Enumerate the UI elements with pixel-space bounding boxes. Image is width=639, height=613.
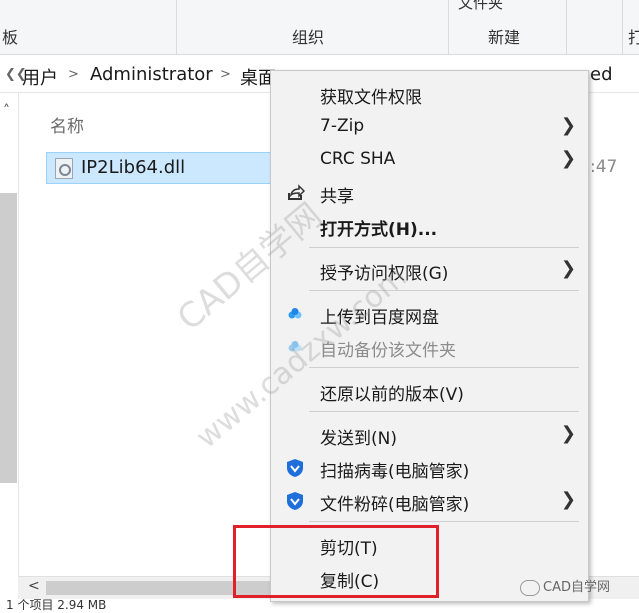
menu-item-label: 还原以前的版本(V) xyxy=(320,385,464,405)
watermark-logo-text: CAD自学网 xyxy=(543,580,610,595)
menu-item-send-to[interactable]: 发送到(N) ❯ xyxy=(271,418,588,451)
breadcrumb-trailing[interactable]: ed xyxy=(590,64,613,85)
menu-item-label: 打开方式(H)... xyxy=(320,220,438,240)
menu-item-label: 扫描病毒(电脑管家) xyxy=(320,462,470,482)
ribbon-open-label: 打 xyxy=(628,28,639,47)
menu-separator xyxy=(309,411,579,412)
menu-item-auto-backup[interactable]: 自动备份该文件夹 xyxy=(271,330,588,363)
menu-item-label: 发送到(N) xyxy=(320,429,397,449)
tencent-shield-icon xyxy=(287,459,303,477)
chevron-right-icon[interactable]: > xyxy=(220,67,231,82)
menu-item-take-ownership[interactable]: 获取文件权限 xyxy=(271,77,588,110)
menu-separator xyxy=(309,521,579,522)
breadcrumb-users[interactable]: 用户 xyxy=(22,64,58,90)
chevron-right-icon: ❯ xyxy=(560,423,576,444)
menu-item-label: CRC SHA xyxy=(320,149,396,169)
file-name: IP2Lib64.dll xyxy=(81,157,186,178)
menu-item-upload-baidu[interactable]: 上传到百度网盘 xyxy=(271,297,588,330)
wechat-logo-watermark: CAD自学网 xyxy=(520,576,610,596)
menu-item-label: 7-Zip xyxy=(320,116,365,136)
scroll-up-icon[interactable]: ˄ xyxy=(3,103,10,119)
menu-item-restore-previous[interactable]: 还原以前的版本(V) xyxy=(271,374,588,407)
chevron-right-icon[interactable]: > xyxy=(68,67,79,82)
ribbon-new-folder-label[interactable]: 文件夹 xyxy=(458,0,503,13)
menu-item-label: 自动备份该文件夹 xyxy=(320,341,456,361)
menu-item-7zip[interactable]: 7-Zip ❯ xyxy=(271,110,588,143)
menu-item-file-shred[interactable]: 文件粉碎(电脑管家) ❯ xyxy=(271,484,588,517)
tencent-shield-icon xyxy=(287,492,303,510)
menu-separator xyxy=(309,290,579,291)
menu-item-open-with[interactable]: 打开方式(H)... xyxy=(271,209,588,242)
menu-separator xyxy=(309,367,579,368)
menu-item-label: 获取文件权限 xyxy=(320,88,422,108)
column-header-name[interactable]: 名称 xyxy=(50,112,84,137)
wechat-icon xyxy=(520,579,540,596)
ribbon-clipboard-label: 板 xyxy=(2,28,19,47)
menu-item-scan-virus[interactable]: 扫描病毒(电脑管家) xyxy=(271,451,588,484)
menu-item-crc-sha[interactable]: CRC SHA ❯ xyxy=(271,143,588,176)
menu-item-label: 文件粉碎(电脑管家) xyxy=(320,495,470,515)
chevron-right-icon: ❯ xyxy=(560,489,576,510)
ribbon: 板 组织 文件夹 新建 打 xyxy=(0,0,639,55)
ribbon-divider xyxy=(566,0,567,54)
chevron-right-icon: ❯ xyxy=(560,148,576,169)
dll-file-icon xyxy=(55,158,73,179)
ribbon-divider xyxy=(448,0,449,54)
menu-item-label: 共享 xyxy=(320,187,354,207)
ribbon-divider xyxy=(176,0,177,54)
status-text: 1 个项目 2.94 MB xyxy=(6,598,107,612)
navigation-pane-scrollbar[interactable]: ˄ xyxy=(0,93,19,577)
ribbon-new-label: 新建 xyxy=(488,28,521,47)
chevron-right-icon: ❯ xyxy=(560,115,576,136)
highlight-annotation-box xyxy=(233,525,439,598)
ribbon-organize-label: 组织 xyxy=(292,28,325,47)
menu-item-label: 上传到百度网盘 xyxy=(320,308,439,328)
menu-item-label: 授予访问权限(G) xyxy=(320,264,449,284)
breadcrumb-administrator[interactable]: Administrator xyxy=(90,64,213,85)
menu-separator xyxy=(309,247,579,248)
baidu-cloud-icon xyxy=(288,308,302,319)
baidu-cloud-icon xyxy=(288,341,302,352)
scroll-left-icon[interactable]: < xyxy=(28,578,40,594)
context-menu: 获取文件权限 7-Zip ❯ CRC SHA ❯ 共享 打开方式(H)... 授… xyxy=(270,70,589,602)
ribbon-divider xyxy=(622,0,623,54)
file-row-selected[interactable]: IP2Lib64.dll xyxy=(46,152,288,184)
menu-item-give-access[interactable]: 授予访问权限(G) ❯ xyxy=(271,253,588,286)
menu-item-share[interactable]: 共享 xyxy=(271,176,588,209)
chevron-right-icon: ❯ xyxy=(560,258,576,279)
file-date-fragment: :47 xyxy=(590,157,618,177)
scrollbar-thumb[interactable] xyxy=(0,193,17,483)
share-icon xyxy=(288,184,305,200)
